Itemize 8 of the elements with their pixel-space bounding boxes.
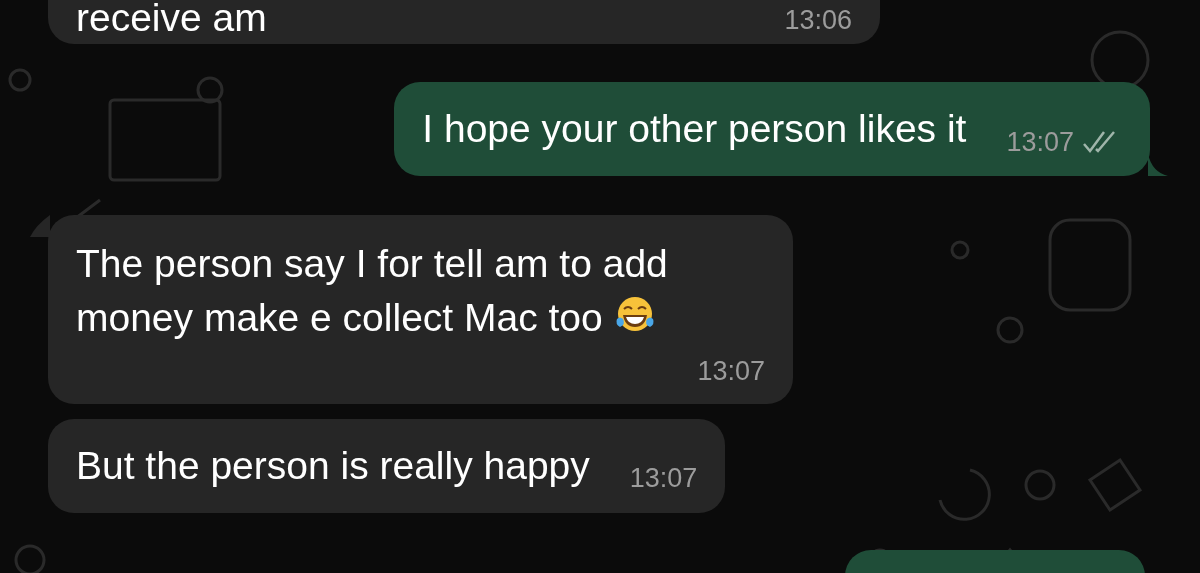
message-text: I hope your other person likes it — [422, 107, 967, 150]
message-text: receive am — [76, 0, 267, 39]
message-text: But the person is really happy — [76, 443, 590, 487]
message-time: 13:07 — [1006, 125, 1074, 159]
message-time: 13:07 — [697, 355, 765, 388]
message-text: The person say I for tell am to add money make e collect Mac too — [76, 242, 668, 339]
message-time: 13:07 — [629, 462, 698, 495]
message-time: 13:06 — [784, 3, 852, 37]
